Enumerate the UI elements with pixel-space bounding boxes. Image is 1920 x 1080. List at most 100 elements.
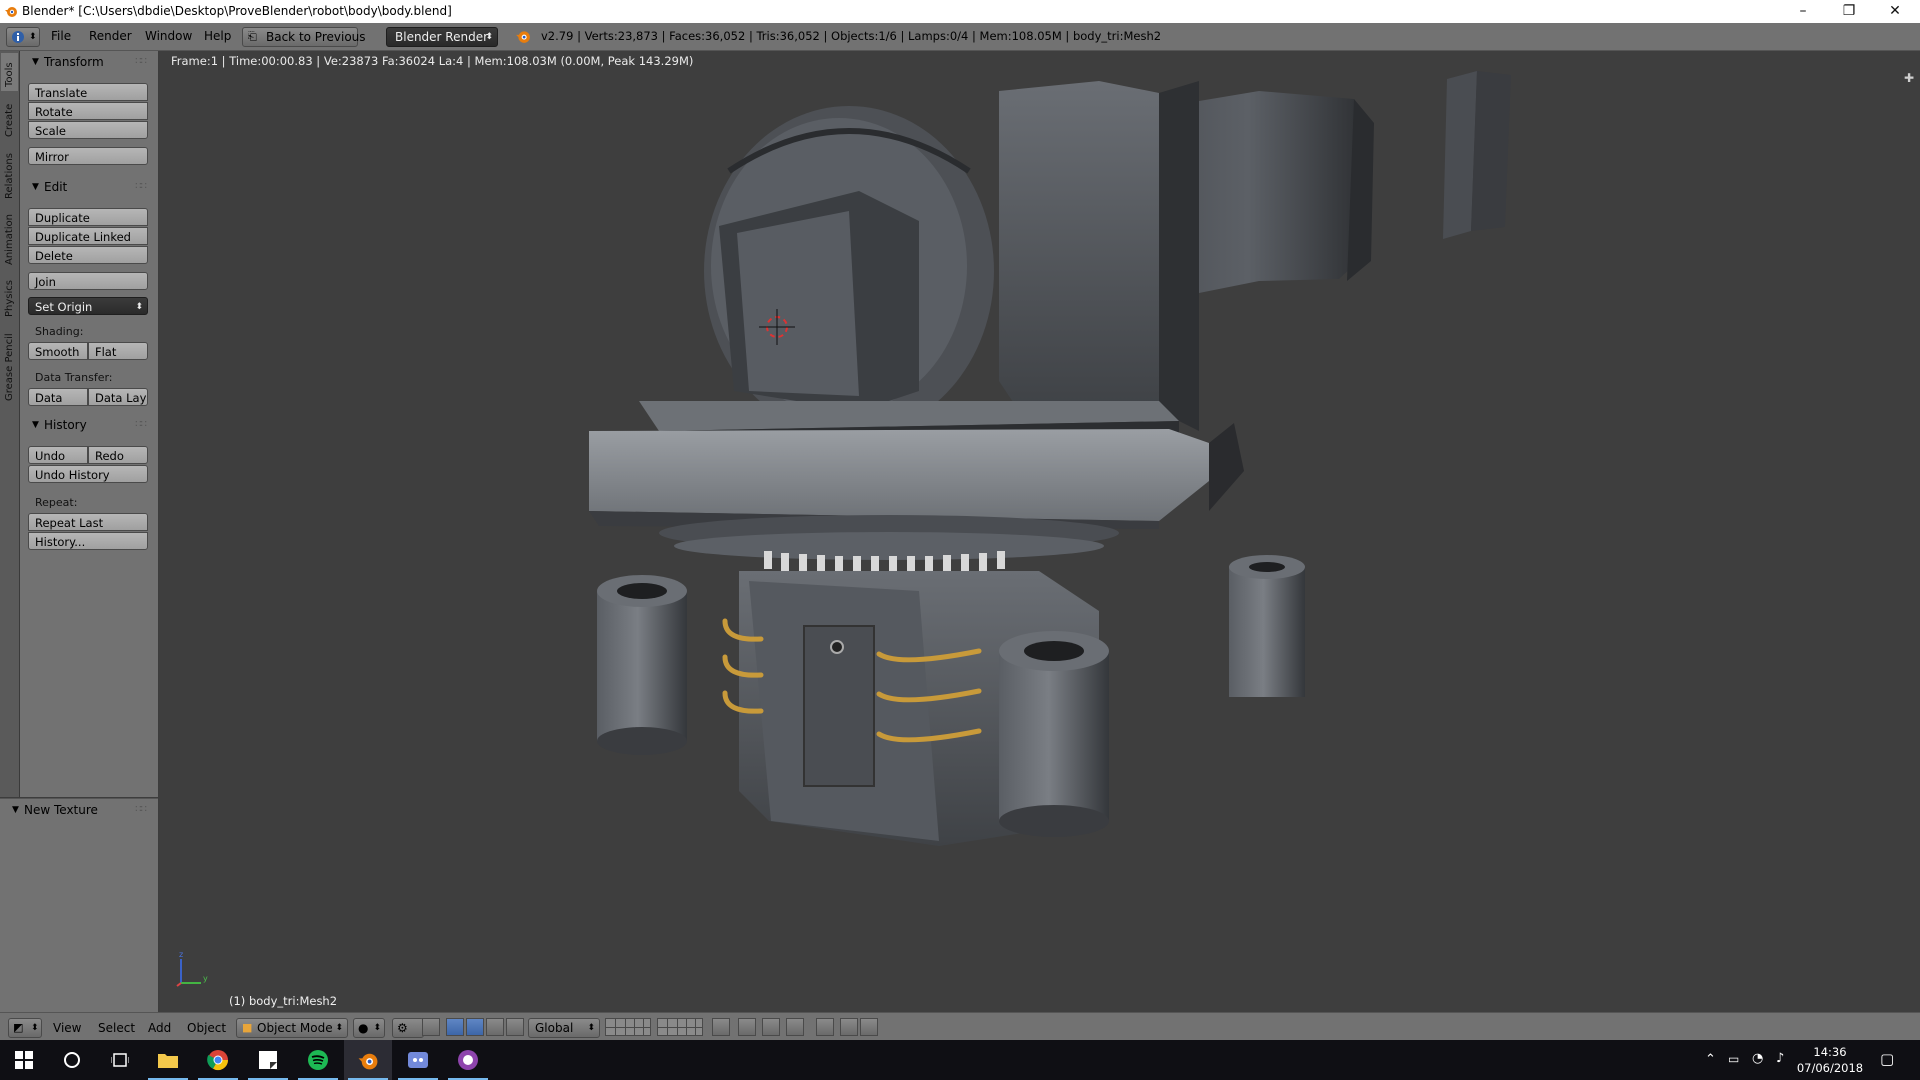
scene-layers-grid-2[interactable]: [657, 1018, 703, 1036]
translate-button[interactable]: Translate: [28, 83, 148, 101]
blender-taskbar-item[interactable]: [344, 1040, 392, 1080]
viewport-render-info: Frame:1 | Time:00:00.83 | Ve:23873 Fa:36…: [171, 54, 694, 68]
menu-file[interactable]: File: [51, 27, 71, 46]
back-to-previous-button[interactable]: ⎗ Back to Previous: [242, 27, 366, 47]
history-panel-header[interactable]: ▼ History ∷∷: [20, 414, 158, 436]
history-button[interactable]: History...: [28, 532, 148, 550]
chrome-taskbar-item[interactable]: [194, 1040, 242, 1080]
sticky-notes-taskbar-item[interactable]: [244, 1040, 292, 1080]
file-explorer-taskbar-item[interactable]: [144, 1040, 192, 1080]
undo-button[interactable]: Undo: [28, 446, 88, 464]
menu-render[interactable]: Render: [89, 27, 132, 46]
blender-logo-icon: [358, 1053, 378, 1070]
redo-button[interactable]: Redo: [88, 446, 148, 464]
window-title: Blender* [C:\Users\dbdie\Desktop\ProveBl…: [22, 4, 452, 18]
snap-element-icon[interactable]: [786, 1018, 804, 1036]
task-view-button[interactable]: [96, 1040, 144, 1080]
folder-icon: [158, 1054, 178, 1068]
render-engine-select[interactable]: Blender Render ⬍: [386, 27, 498, 47]
transform-panel-header[interactable]: ▼ Transform ∷∷: [20, 51, 158, 73]
operator-panel: ▼ New Texture ∷∷: [0, 798, 158, 1013]
data-layout-button[interactable]: Data Layo: [88, 388, 148, 406]
new-texture-panel-header[interactable]: ▼ New Texture ∷∷: [0, 799, 158, 821]
tray-chevron-up-icon[interactable]: ⌃: [1705, 1052, 1716, 1067]
data-transfer-label: Data Transfer:: [35, 371, 113, 384]
battery-icon[interactable]: ▭: [1728, 1052, 1739, 1066]
edit-panel-header[interactable]: ▼ Edit ∷∷: [20, 176, 158, 198]
set-origin-dropdown[interactable]: Set Origin ⬍: [28, 297, 148, 315]
repeat-label: Repeat:: [35, 496, 78, 509]
drag-grip-icon[interactable]: ∷∷: [135, 414, 147, 436]
triangle-down-icon: ▼: [12, 805, 19, 815]
discord-taskbar-item[interactable]: [394, 1040, 442, 1080]
translate-manipulator-icon[interactable]: [466, 1018, 484, 1036]
viewport-shading-select[interactable]: ● ⬍: [353, 1018, 385, 1038]
chevron-updown-icon: ⬍: [587, 1023, 595, 1033]
interaction-mode-select[interactable]: ■ Object Mode ⬍: [236, 1018, 348, 1038]
drag-grip-icon[interactable]: ∷∷: [135, 176, 147, 198]
menu-window[interactable]: Window: [145, 27, 192, 46]
duplicate-linked-button[interactable]: Duplicate Linked: [28, 227, 148, 245]
search-button[interactable]: [48, 1040, 96, 1080]
opengl-render-icon[interactable]: [816, 1018, 834, 1036]
clock[interactable]: 14:36 07/06/2018: [1795, 1044, 1865, 1076]
transform-orientation-select[interactable]: Global ⬍: [528, 1018, 600, 1038]
window-title-bar[interactable]: Blender* [C:\Users\dbdie\Desktop\ProveBl…: [0, 0, 1920, 23]
camera-icon[interactable]: [860, 1018, 878, 1036]
chevron-updown-icon: ⬍: [29, 32, 37, 42]
history-panel-title: History: [44, 418, 87, 432]
data-transfer-button[interactable]: Data: [28, 388, 88, 406]
tab-grease-pencil[interactable]: Grease Pencil: [1, 325, 18, 405]
menu-view[interactable]: View: [53, 1019, 81, 1037]
shading-flat-button[interactable]: Flat: [88, 342, 148, 360]
repeat-last-button[interactable]: Repeat Last: [28, 513, 148, 531]
lock-camera-icon[interactable]: [712, 1018, 730, 1036]
snap-toggle-icon[interactable]: [762, 1018, 780, 1036]
scale-manipulator-icon[interactable]: [506, 1018, 524, 1036]
proportional-edit-icon[interactable]: [738, 1018, 756, 1036]
editor-type-button[interactable]: ◩ ⬍: [8, 1018, 42, 1038]
windows-logo-icon: [15, 1051, 33, 1069]
duplicate-button[interactable]: Duplicate: [28, 208, 148, 226]
menu-add[interactable]: Add: [148, 1019, 171, 1037]
drag-grip-icon[interactable]: ∷∷: [135, 799, 147, 821]
layer-visibility-icon[interactable]: [422, 1018, 440, 1036]
shading-smooth-button[interactable]: Smooth: [28, 342, 88, 360]
menu-select[interactable]: Select: [98, 1019, 135, 1037]
delete-button[interactable]: Delete: [28, 246, 148, 264]
scene-stats: v2.79 | Verts:23,873 | Faces:36,052 | Tr…: [541, 29, 1162, 43]
purple-app-taskbar-item[interactable]: [444, 1040, 492, 1080]
wifi-icon[interactable]: ◔: [1752, 1051, 1763, 1066]
volume-icon[interactable]: ♪: [1776, 1051, 1784, 1066]
menu-object[interactable]: Object: [187, 1019, 226, 1037]
menu-help[interactable]: Help: [204, 27, 231, 46]
edit-panel-title: Edit: [44, 180, 68, 194]
robot-mesh-render[interactable]: [159, 51, 1920, 1012]
3d-viewport[interactable]: Frame:1 | Time:00:00.83 | Ve:23873 Fa:36…: [159, 51, 1920, 1012]
orientation-label: Global: [535, 1021, 574, 1035]
pivot-icon: ⚙: [397, 1021, 408, 1035]
windows-start-button[interactable]: [0, 1040, 48, 1080]
rotate-button[interactable]: Rotate: [28, 102, 148, 120]
restore-button[interactable]: ❐: [1826, 0, 1872, 23]
back-icon: ⎗: [248, 30, 257, 43]
rotate-manipulator-icon[interactable]: [486, 1018, 504, 1036]
scene-layers-grid-1[interactable]: [605, 1018, 651, 1036]
pivot-point-select[interactable]: ⚙: [392, 1018, 424, 1038]
manipulator-toggle-icon[interactable]: [446, 1018, 464, 1036]
undo-history-button[interactable]: Undo History: [28, 465, 148, 483]
plus-icon[interactable]: ✚: [1904, 71, 1914, 85]
close-button[interactable]: ✕: [1872, 0, 1918, 23]
mirror-button[interactable]: Mirror: [28, 147, 148, 165]
spotify-taskbar-item[interactable]: [294, 1040, 342, 1080]
scale-button[interactable]: Scale: [28, 121, 148, 139]
axis-z-label: z: [179, 950, 183, 959]
tab-physics[interactable]: Physics: [1, 273, 18, 321]
minimize-button[interactable]: –: [1780, 0, 1826, 23]
opengl-anim-icon[interactable]: [840, 1018, 858, 1036]
clock-time: 14:36: [1813, 1045, 1847, 1059]
search-circle-icon: [64, 1052, 80, 1068]
join-button[interactable]: Join: [28, 272, 148, 290]
drag-grip-icon[interactable]: ∷∷: [135, 51, 147, 73]
notifications-icon[interactable]: ▢: [1880, 1050, 1894, 1068]
